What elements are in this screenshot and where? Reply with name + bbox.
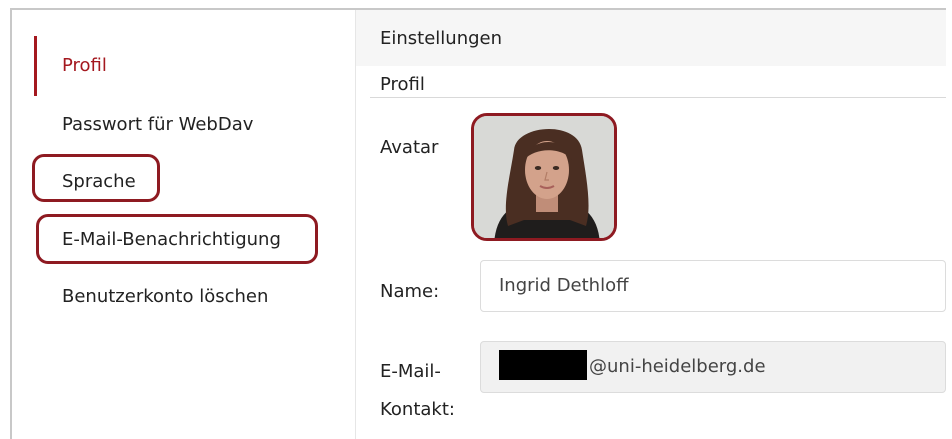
settings-window: Profil Passwort für WebDav Sprache E-Mai… [10,8,946,439]
name-label: Name: [380,281,440,302]
email-label-line2: Kontakt: [380,399,455,420]
sidebar-item-email-benachrichtigung[interactable]: E-Mail-Benachrichtigung [62,229,281,250]
sidebar-item-benutzerkonto-loeschen[interactable]: Benutzerkonto löschen [62,286,268,307]
email-label-line1: E-Mail- [380,361,441,382]
settings-main: Einstellungen Profil Avatar Name: Ingrid… [356,10,946,439]
avatar-image [474,116,614,238]
sidebar-item-sprache[interactable]: Sprache [62,171,136,192]
sidebar-item-profil[interactable]: Profil [62,55,107,76]
page-title: Einstellungen [380,28,503,49]
section-title: Profil [380,74,425,95]
name-field[interactable]: Ingrid Dethloff [480,260,946,312]
email-field: @uni-heidelberg.de [480,341,946,393]
active-indicator [34,36,37,96]
email-domain: @uni-heidelberg.de [589,356,766,377]
avatar[interactable] [471,113,617,241]
redaction-block [499,350,587,380]
sidebar-item-passwort-webdav[interactable]: Passwort für WebDav [62,114,253,135]
settings-sidebar: Profil Passwort für WebDav Sprache E-Mai… [12,10,356,439]
main-header: Einstellungen [356,10,946,66]
section-divider [370,97,946,98]
avatar-label: Avatar [380,137,439,158]
